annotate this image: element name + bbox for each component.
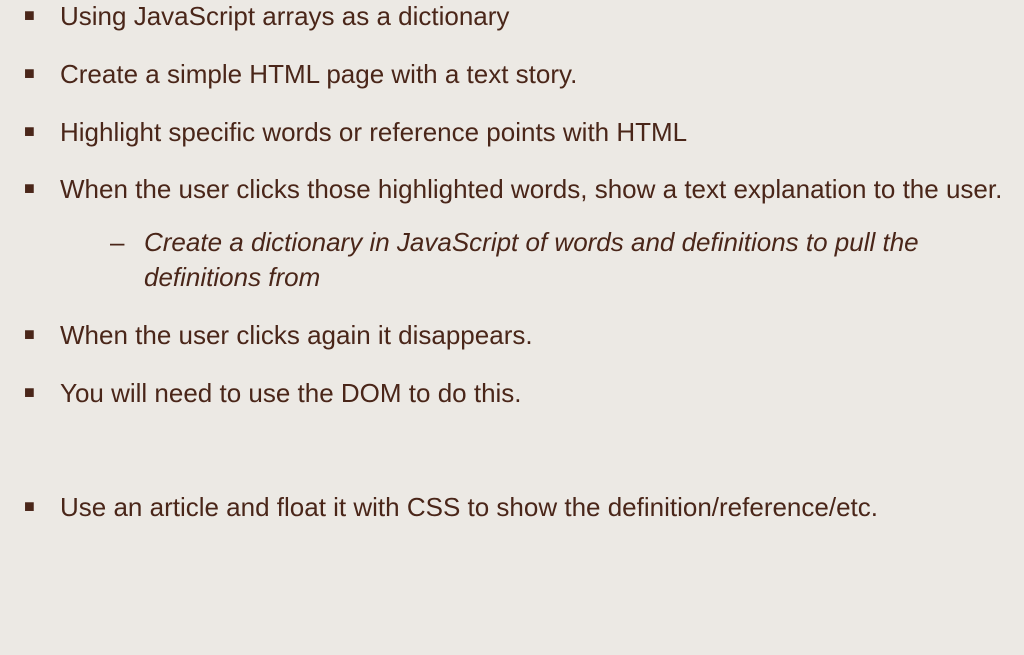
sub-list-item-text: Create a dictionary in JavaScript of wor… [144,227,919,292]
bullet-list: Using JavaScript arrays as a dictionary … [20,0,1004,525]
list-item: When the user clicks again it disappears… [20,319,1004,353]
list-item-text: When the user clicks those highlighted w… [60,174,1002,204]
sub-list: Create a dictionary in JavaScript of wor… [60,225,1004,295]
list-item-text: Using JavaScript arrays as a dictionary [60,1,509,31]
list-item: When the user clicks those highlighted w… [20,173,1004,295]
list-item-text: You will need to use the DOM to do this. [60,378,522,408]
list-item-text: Use an article and float it with CSS to … [60,492,878,522]
list-item: Highlight specific words or reference po… [20,116,1004,150]
list-item: Use an article and float it with CSS to … [20,491,1004,525]
list-item-text: Create a simple HTML page with a text st… [60,59,577,89]
list-item-text: When the user clicks again it disappears… [60,320,533,350]
list-item-text: Highlight specific words or reference po… [60,117,687,147]
list-item: You will need to use the DOM to do this. [20,377,1004,411]
list-item: Using JavaScript arrays as a dictionary [20,0,1004,34]
list-item: Create a simple HTML page with a text st… [20,58,1004,92]
sub-list-item: Create a dictionary in JavaScript of wor… [108,225,1004,295]
